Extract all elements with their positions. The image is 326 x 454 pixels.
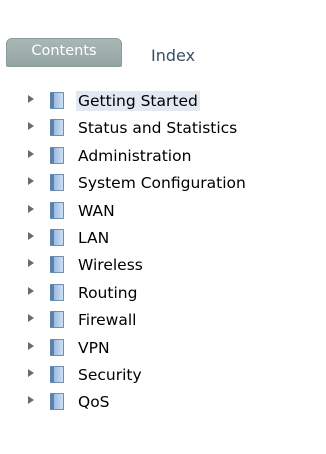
tree-item-label[interactable]: QoS: [76, 392, 112, 412]
expand-arrow-icon[interactable]: [28, 368, 34, 377]
expand-arrow-icon[interactable]: [28, 204, 34, 213]
book-icon: [50, 228, 64, 246]
tree-item-label[interactable]: System Configuration: [76, 173, 248, 193]
help-tabs: Contents Index: [0, 0, 326, 80]
tree-item-label[interactable]: Administration: [76, 146, 193, 166]
tree-item-lan[interactable]: LAN: [0, 225, 326, 252]
book-icon: [50, 146, 64, 164]
tree-item-vpn[interactable]: VPN: [0, 335, 326, 362]
tree-item-label[interactable]: Security: [76, 365, 144, 385]
tree-item-label[interactable]: LAN: [76, 228, 111, 248]
tree-item-label[interactable]: Getting Started: [76, 91, 200, 111]
expand-arrow-icon[interactable]: [28, 259, 34, 268]
tree-item-label[interactable]: Status and Statistics: [76, 118, 239, 138]
tree-item-administration[interactable]: Administration: [0, 143, 326, 170]
expand-arrow-icon[interactable]: [28, 177, 34, 186]
book-icon: [50, 256, 64, 274]
tree-item-system-configuration[interactable]: System Configuration: [0, 170, 326, 197]
tree-item-security[interactable]: Security: [0, 362, 326, 389]
book-icon: [50, 393, 64, 411]
book-icon: [50, 119, 64, 137]
book-icon: [50, 365, 64, 383]
tree-item-label[interactable]: Routing: [76, 283, 139, 303]
expand-arrow-icon[interactable]: [28, 341, 34, 350]
tree-item-label[interactable]: Firewall: [76, 310, 138, 330]
book-icon: [50, 92, 64, 109]
book-icon: [50, 311, 64, 329]
expand-arrow-icon[interactable]: [28, 286, 34, 295]
tab-index[interactable]: Index: [151, 46, 195, 66]
tree-item-status-and-statistics[interactable]: Status and Statistics: [0, 115, 326, 142]
book-icon: [50, 283, 64, 301]
expand-arrow-icon[interactable]: [28, 149, 34, 158]
tree-item-label[interactable]: VPN: [76, 338, 112, 358]
tree-item-routing[interactable]: Routing: [0, 280, 326, 307]
tree-item-label[interactable]: WAN: [76, 201, 117, 221]
expand-arrow-icon[interactable]: [28, 231, 34, 240]
expand-arrow-icon[interactable]: [28, 396, 34, 405]
book-icon: [50, 174, 64, 192]
tree-item-firewall[interactable]: Firewall: [0, 307, 326, 334]
tree-item-qos[interactable]: QoS: [0, 389, 326, 416]
contents-tree: Getting Started Status and Statistics Ad…: [0, 88, 326, 417]
expand-arrow-icon[interactable]: [28, 122, 34, 131]
book-icon: [50, 338, 64, 356]
book-icon: [50, 201, 64, 219]
tree-item-getting-started[interactable]: Getting Started: [0, 88, 326, 115]
expand-arrow-icon[interactable]: [28, 314, 34, 323]
expand-arrow-icon[interactable]: [28, 95, 34, 103]
tab-contents[interactable]: Contents: [6, 38, 122, 67]
tree-item-wan[interactable]: WAN: [0, 198, 326, 225]
tree-item-label[interactable]: Wireless: [76, 255, 145, 275]
tree-item-wireless[interactable]: Wireless: [0, 252, 326, 279]
